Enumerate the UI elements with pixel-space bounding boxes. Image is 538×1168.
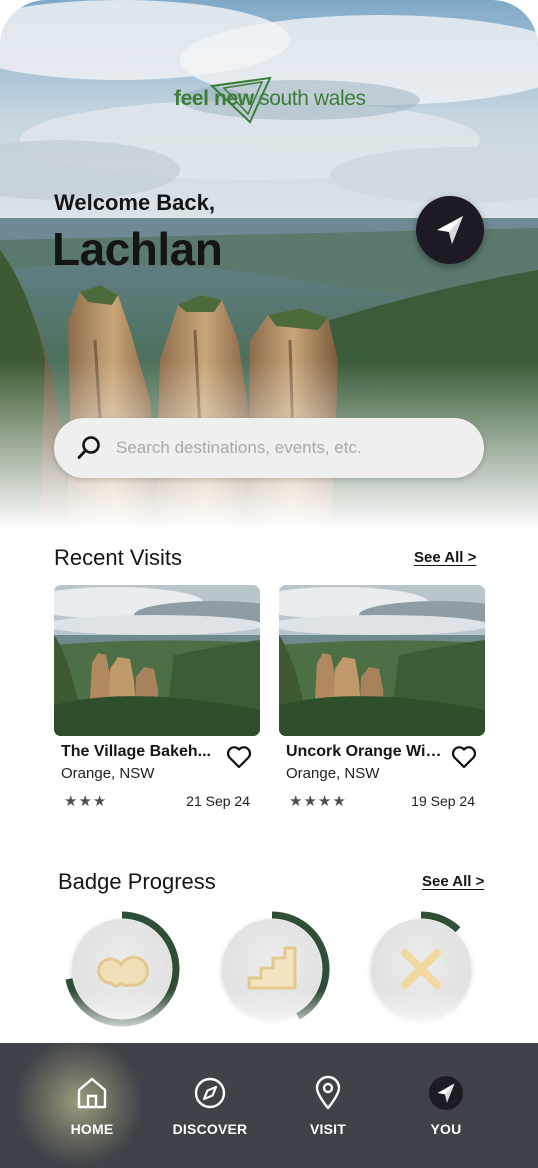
feel-nsw-logo: feel new south wales — [174, 76, 374, 128]
recent-visit-card[interactable]: Uncork Orange Wine... Orange, NSW ★★★★ 1… — [279, 585, 485, 815]
welcome-text: Welcome Back, — [54, 190, 216, 215]
brand-part-1: feel new — [174, 87, 254, 110]
compass-icon — [192, 1075, 228, 1111]
brand-part-2: south wales — [253, 87, 366, 110]
speech-bubble-icon — [97, 955, 150, 988]
visit-date: 19 Sep 24 — [411, 793, 475, 809]
search-input[interactable] — [116, 438, 456, 458]
search-bar[interactable] — [54, 418, 484, 478]
recent-visits-see-all-link[interactable]: See All > — [414, 549, 476, 566]
badge-progress-title: Badge Progress — [58, 869, 216, 894]
tab-you[interactable]: YOU — [386, 1043, 506, 1168]
badge-progress-see-all-link[interactable]: See All > — [422, 873, 484, 890]
search-icon — [77, 436, 100, 459]
navigation-button[interactable] — [416, 196, 484, 264]
tab-discover[interactable]: DISCOVER — [150, 1043, 270, 1168]
visit-name: The Village Bakeh... — [61, 743, 211, 760]
visit-photo — [279, 585, 485, 736]
tab-label: YOU — [430, 1121, 462, 1137]
x-cross-icon — [401, 949, 441, 989]
tab-home[interactable]: HOME — [32, 1043, 152, 1168]
navigation-arrow-icon — [428, 1075, 464, 1111]
visit-photo — [54, 585, 260, 736]
stairs-icon — [247, 946, 297, 990]
star-rating: ★★★ — [64, 793, 108, 810]
bottom-tab-bar: HOME DISCOVER VISIT YOU — [0, 1037, 538, 1168]
star-rating: ★★★★ — [289, 793, 347, 810]
visit-name: Uncork Orange Wine... — [286, 743, 446, 760]
recent-visits-title: Recent Visits — [54, 545, 182, 570]
tab-visit[interactable]: VISIT — [268, 1043, 388, 1168]
house-icon — [74, 1075, 110, 1111]
heart-icon[interactable] — [451, 745, 477, 769]
visit-location: Orange, NSW — [286, 765, 380, 782]
navigation-arrow-icon — [437, 216, 463, 244]
recent-visit-card[interactable]: The Village Bakeh... Orange, NSW ★★★ 21 … — [54, 585, 260, 815]
visit-location: Orange, NSW — [61, 765, 155, 782]
user-name: Lachlan — [52, 223, 223, 275]
tab-label: VISIT — [309, 1121, 346, 1137]
tab-label: HOME — [70, 1121, 114, 1137]
hero-banner: feel new south wales Welcome Back, Lachl… — [0, 0, 538, 530]
tab-label: DISCOVER — [172, 1121, 248, 1137]
heart-icon[interactable] — [226, 745, 252, 769]
brand-wordmark: feel new south wales — [174, 87, 366, 111]
map-pin-icon — [310, 1075, 346, 1111]
home-screen: feel new south wales Welcome Back, Lachl… — [0, 0, 538, 1168]
visit-date: 21 Sep 24 — [186, 793, 250, 809]
